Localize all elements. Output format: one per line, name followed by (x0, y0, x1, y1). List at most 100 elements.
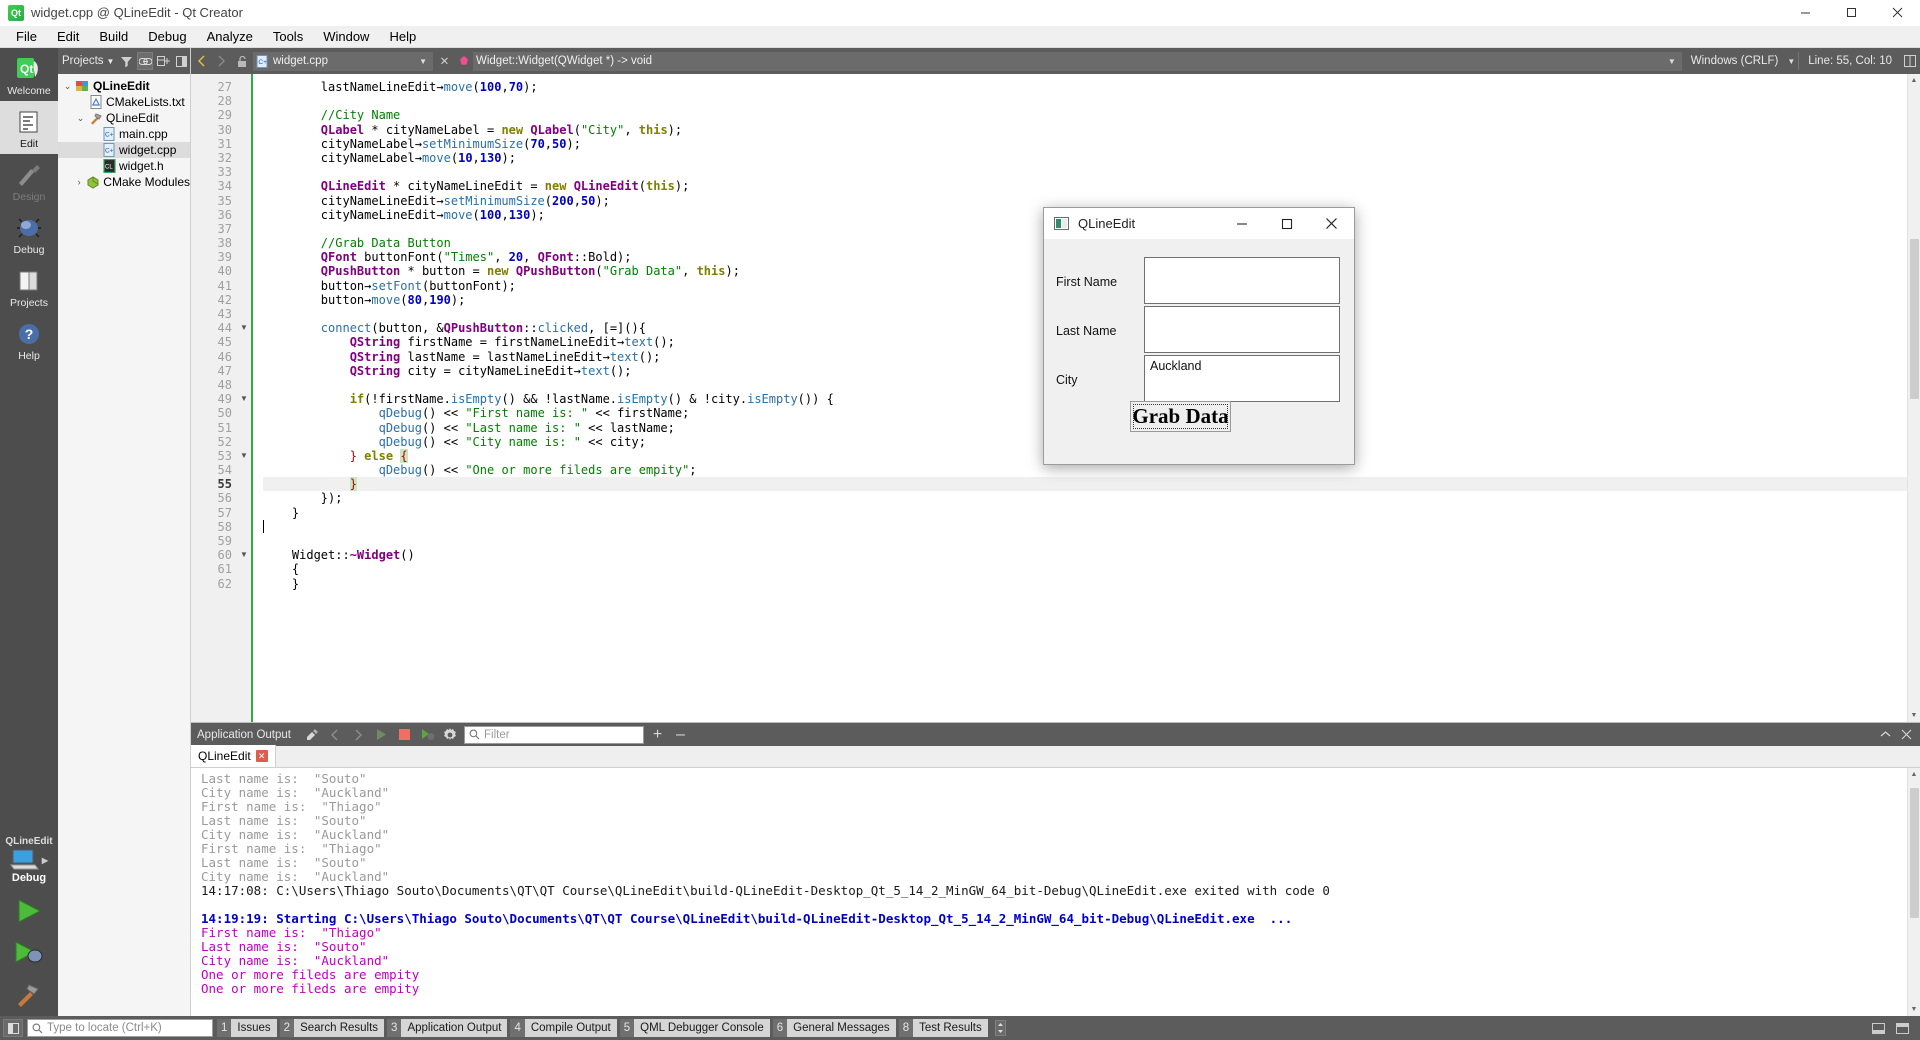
qlineedit-minimize-button[interactable] (1219, 208, 1264, 239)
output-scroll-thumb[interactable] (1910, 788, 1919, 918)
tree-item-qlineedit[interactable]: ⌄ QLineEdit (58, 78, 190, 94)
line-ending-selector[interactable]: Windows (CRLF) (1685, 55, 1785, 67)
mode-projects[interactable]: Projects (0, 260, 58, 313)
scroll-up-arrow-icon[interactable]: ▲ (1908, 74, 1920, 87)
grab-data-button[interactable]: Grab Data (1130, 401, 1231, 432)
maximize-output-pane-button[interactable] (1876, 725, 1895, 744)
mode-welcome[interactable]: Qt Welcome (0, 48, 58, 101)
output-tab-test-results[interactable]: 8 Test Results (898, 1019, 988, 1037)
output-tab-issues[interactable]: 1 Issues (217, 1019, 277, 1037)
output-tab-application-output[interactable]: 3 Application Output (387, 1019, 508, 1037)
editor-scroll-thumb[interactable] (1910, 239, 1919, 399)
menu-item-build[interactable]: Build (89, 26, 138, 47)
qlineedit-maximize-button[interactable] (1264, 208, 1309, 239)
output-text[interactable]: Last name is: "Souto" City name is: "Auck… (191, 768, 1907, 1016)
fold-marker-icon[interactable]: ▼ (237, 392, 251, 406)
line-number: 46 (217, 349, 232, 364)
prev-item-icon[interactable] (326, 725, 345, 744)
decrease-font-button[interactable]: – (671, 725, 690, 744)
menu-item-analyze[interactable]: Analyze (197, 26, 263, 47)
menu-item-edit[interactable]: Edit (47, 26, 89, 47)
code-folding-column[interactable]: ▼ ▼ ▼ ▼ (237, 74, 251, 722)
menu-item-help[interactable]: Help (379, 26, 426, 47)
fold-marker-icon[interactable]: ▼ (237, 449, 251, 463)
fold-marker-icon[interactable]: ▼ (237, 321, 251, 335)
mode-label: Projects (10, 296, 48, 309)
tree-item-main-cpp[interactable]: C+ main.cpp (58, 126, 190, 142)
filter-icon[interactable] (118, 52, 134, 70)
editor-vertical-scrollbar[interactable]: ▲ ▼ (1907, 74, 1920, 722)
chevron-down-icon[interactable]: ▼ (1664, 57, 1680, 66)
link-icon[interactable] (136, 52, 154, 70)
projects-pane-selector[interactable]: Projects ▼ (62, 55, 116, 67)
line-number: 49 (217, 392, 232, 407)
menu-item-debug[interactable]: Debug (138, 26, 196, 47)
menu-item-tools[interactable]: Tools (263, 26, 313, 47)
tree-item-cmake-modules[interactable]: › CMake Modules (58, 174, 190, 190)
settings-gear-icon[interactable] (441, 725, 460, 744)
tree-item-qlineedit[interactable]: ⌄ QLineEdit (58, 110, 190, 126)
tree-item-cmakelists-txt[interactable]: CMakeLists.txt (58, 94, 190, 110)
mode-label: Edit (19, 137, 39, 150)
output-tab-search-results[interactable]: 2 Search Results (279, 1019, 385, 1037)
text-caret (263, 520, 264, 534)
output-tab-compile-output[interactable]: 4 Compile Output (510, 1019, 617, 1037)
input-last-name[interactable] (1144, 306, 1340, 353)
output-tab-qlineedit[interactable]: QLineEdit ✕ (191, 745, 276, 767)
input-first-name[interactable] (1144, 257, 1340, 304)
build-button[interactable] (0, 974, 58, 1016)
navigate-back-button[interactable] (193, 51, 210, 71)
sidebar-toggle-icon[interactable] (3, 1019, 23, 1037)
close-icon[interactable]: ✕ (255, 750, 268, 762)
output-tab-qml-debugger-console[interactable]: 5 QML Debugger Console (619, 1019, 770, 1037)
next-item-icon[interactable] (349, 725, 368, 744)
open-file-name: widget.cpp (273, 55, 328, 67)
increase-font-button[interactable]: + (648, 725, 667, 744)
stop-icon[interactable] (395, 725, 414, 744)
sidebar-collapse-icon[interactable] (174, 52, 190, 70)
hide-output-pane-button[interactable] (1897, 725, 1916, 744)
window-maximize-button[interactable] (1828, 0, 1874, 26)
window-minimize-button[interactable] (1782, 0, 1828, 26)
fold-marker-icon[interactable]: ▼ (237, 548, 251, 562)
mode-help[interactable]: ? Help (0, 313, 58, 366)
output-tab-general-messages[interactable]: 6 General Messages (772, 1019, 896, 1037)
symbol-combo[interactable]: Widget::Widget(QWidget *) -> void ▼ (473, 51, 1682, 71)
mode-edit[interactable]: Edit (0, 101, 58, 154)
qlineedit-close-button[interactable] (1309, 208, 1354, 239)
close-file-button[interactable]: ✕ (436, 51, 453, 71)
output-vertical-scrollbar[interactable]: ▲ ▼ (1907, 768, 1920, 1016)
line-number: 54 (217, 463, 232, 478)
minimize-output-icon[interactable] (1869, 1020, 1887, 1036)
debug-button[interactable] (0, 932, 58, 974)
locator-input[interactable]: Type to locate (Ctrl+K) (27, 1019, 213, 1037)
menu-item-file[interactable]: File (6, 26, 47, 47)
tree-item-widget-cpp[interactable]: C+ widget.cpp (58, 142, 190, 158)
kit-selector[interactable]: QLineEdit ▶ Debug (0, 834, 58, 890)
maximize-output-icon[interactable] (1893, 1020, 1911, 1036)
window-close-button[interactable] (1874, 0, 1920, 26)
clear-output-icon[interactable] (303, 725, 322, 744)
run-button[interactable] (0, 890, 58, 932)
input-city[interactable]: Auckland (1144, 355, 1340, 402)
qlineedit-app-window[interactable]: QLineEdit First Name Last Name City Aucklan… (1043, 207, 1355, 465)
output-filter-input[interactable]: Filter (463, 725, 644, 744)
mode-debug[interactable]: Debug (0, 207, 58, 260)
chevron-right-icon[interactable]: › (75, 177, 83, 187)
attach-debugger-icon[interactable] (418, 725, 437, 744)
unlocked-icon[interactable] (233, 51, 250, 71)
scroll-down-arrow-icon[interactable]: ▼ (1908, 1003, 1920, 1016)
scroll-down-arrow-icon[interactable]: ▼ (1908, 709, 1920, 722)
scroll-up-arrow-icon[interactable]: ▲ (1908, 768, 1920, 781)
chevron-down-icon[interactable]: ▼ (415, 57, 431, 66)
chevron-down-icon[interactable]: ⌄ (75, 113, 86, 124)
updown-stepper-icon[interactable] (992, 1020, 1010, 1036)
rerun-icon[interactable] (372, 725, 391, 744)
split-editor-icon[interactable] (1901, 51, 1918, 71)
navigate-forward-button[interactable] (213, 51, 230, 71)
open-file-combo[interactable]: C+ widget.cpp ▼ (253, 51, 433, 71)
tree-item-widget-h[interactable]: CL widget.h (58, 158, 190, 174)
chevron-down-icon[interactable]: ⌄ (62, 81, 73, 92)
split-add-icon[interactable] (155, 52, 171, 70)
menu-item-window[interactable]: Window (313, 26, 379, 47)
